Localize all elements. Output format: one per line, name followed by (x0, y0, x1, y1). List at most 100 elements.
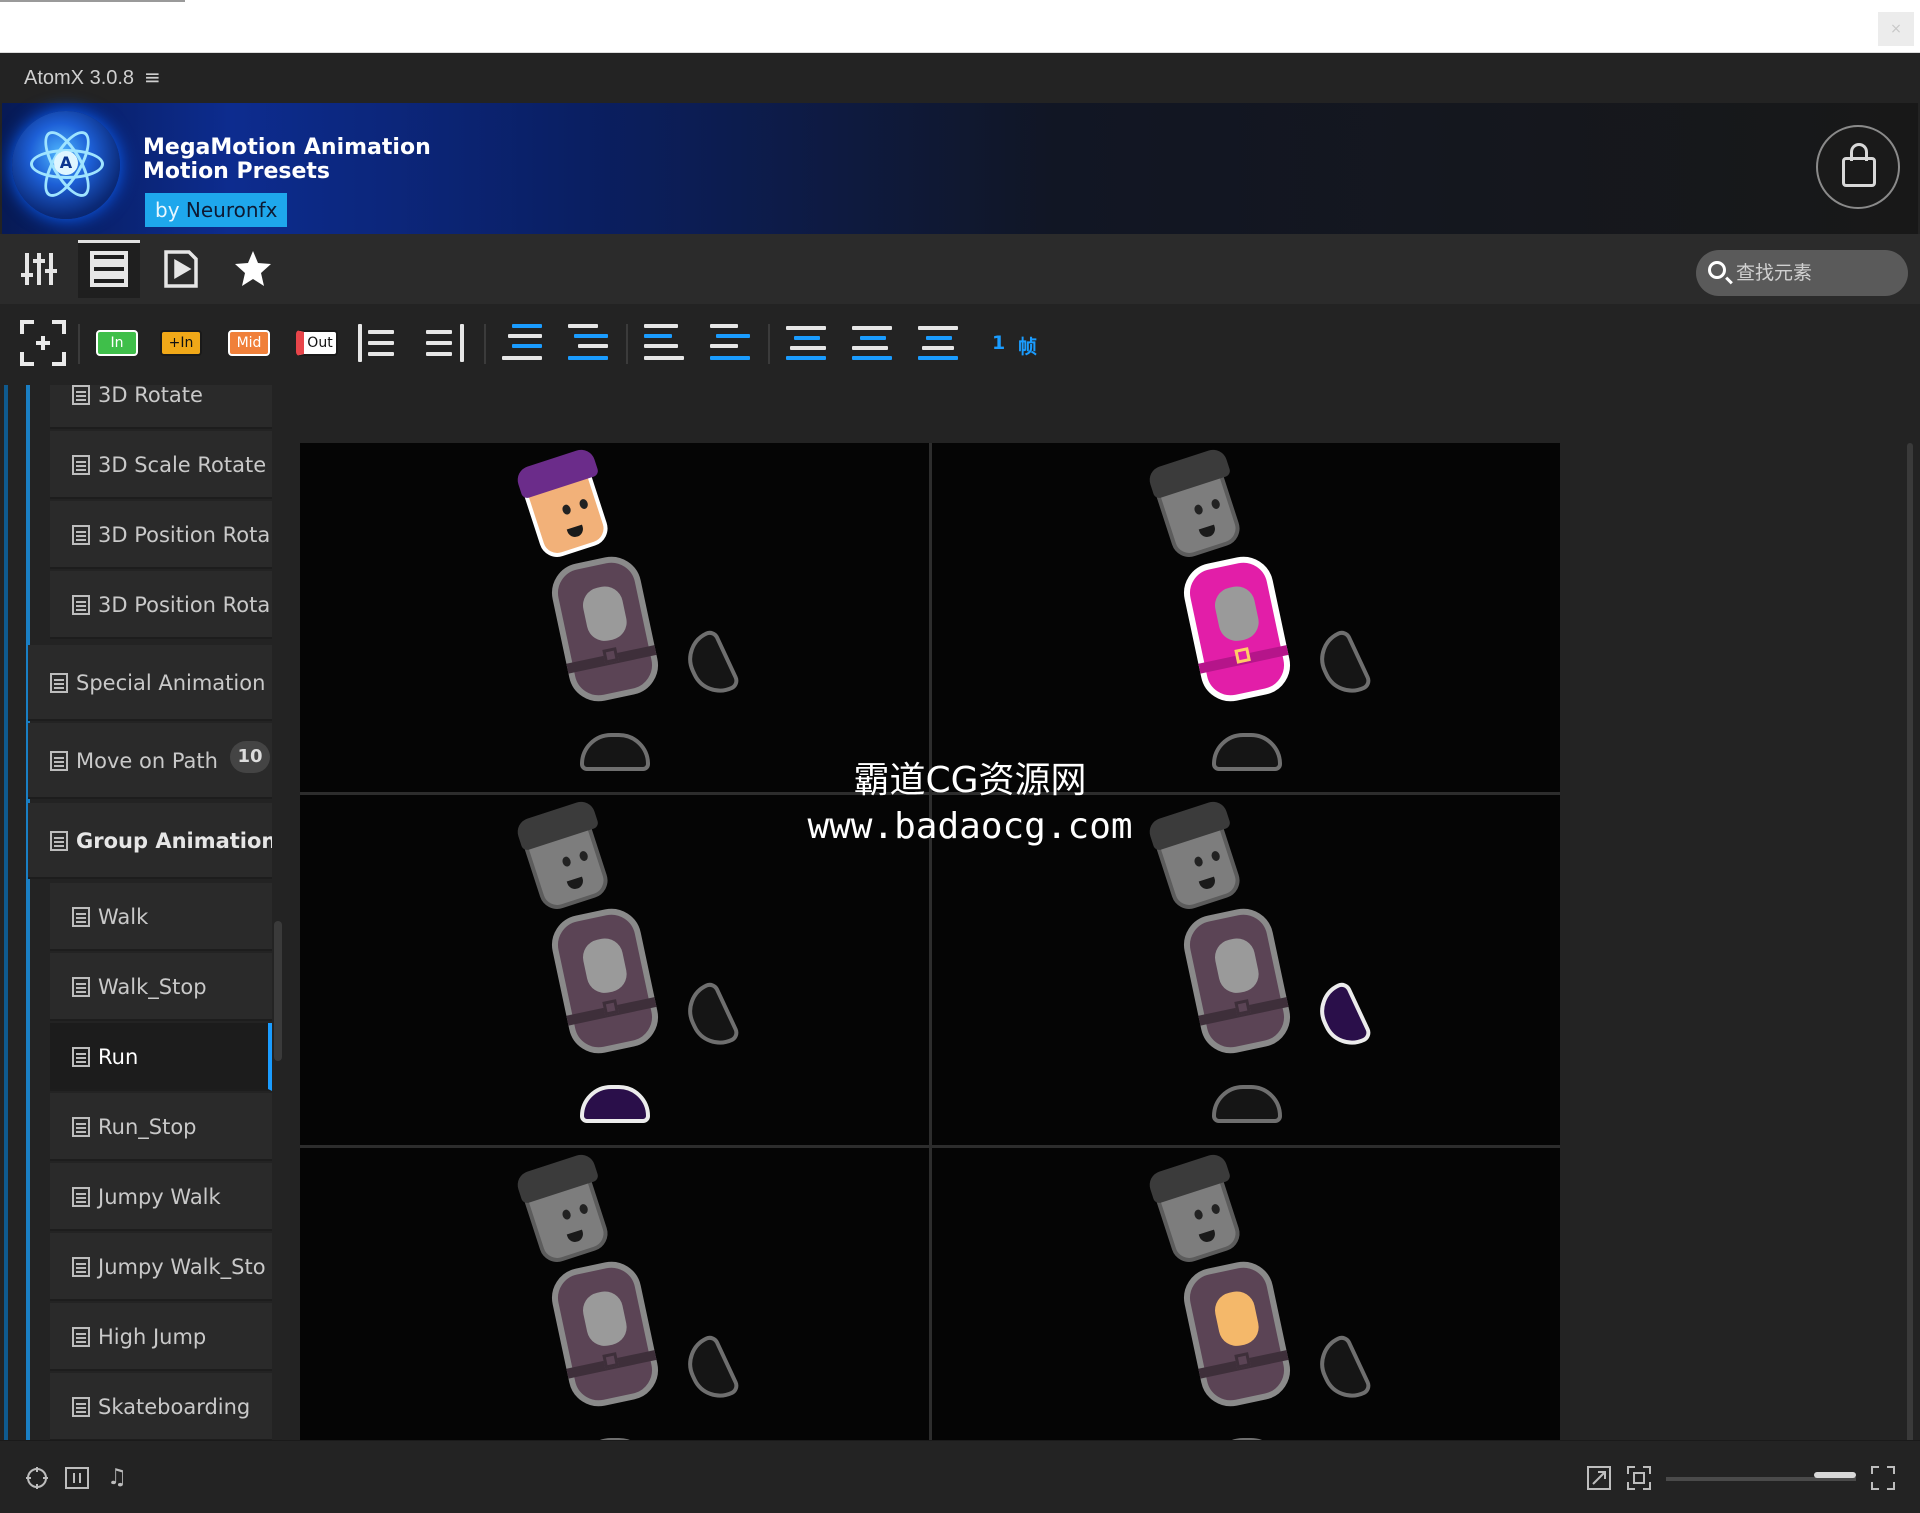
align-list-left-icon[interactable] (358, 320, 398, 366)
character-shoe-right (678, 627, 742, 703)
file-icon (72, 1257, 90, 1277)
list-item-label: Jumpy Walk (98, 1185, 221, 1209)
file-icon (72, 385, 90, 405)
list-item[interactable]: High Jump (50, 1303, 272, 1371)
tag-in-button[interactable]: In (96, 320, 142, 366)
category-move-on-path[interactable]: Move on Path 10 (28, 723, 272, 799)
character-shoe-right (678, 979, 742, 1055)
crop-icon[interactable] (1626, 1465, 1652, 1491)
tag-out-button[interactable]: Out (296, 320, 342, 366)
sidebar-accent-outer (4, 385, 8, 1440)
file-icon (72, 977, 90, 997)
toolbar-divider (626, 324, 628, 364)
favorites-star-icon[interactable] (222, 240, 284, 298)
list-item[interactable]: 3D Scale Rotate (50, 431, 272, 499)
list-item[interactable]: Skateboarding (50, 1373, 272, 1440)
stagger-backward-icon[interactable] (568, 320, 608, 366)
stagger-forward-icon[interactable] (502, 320, 542, 366)
author-name: Neuronfx (185, 198, 278, 222)
file-icon (72, 1187, 90, 1207)
list-item[interactable]: Walk (50, 883, 272, 951)
preset-sidebar: 3D Rotate 3D Scale Rotate 3D Position Ro… (0, 385, 290, 1440)
spread-lines (918, 324, 958, 362)
character-figure (514, 798, 830, 1135)
product-banner: A MegaMotion Animation Motion Presets by… (2, 103, 1918, 234)
tag-mid-button[interactable]: Mid (228, 320, 274, 366)
frame-count[interactable]: 1 (992, 332, 1005, 354)
character-head (1145, 446, 1244, 562)
list-item-selected[interactable]: Run (50, 1023, 272, 1091)
focus-target-icon[interactable] (20, 320, 66, 366)
sequence-lines (710, 324, 750, 362)
mixer-icon[interactable] (8, 240, 70, 298)
spread-lines (852, 324, 892, 362)
spread-both-icon[interactable] (918, 320, 958, 366)
file-icon (72, 1327, 90, 1347)
pause-box-svg (65, 1467, 89, 1489)
search-input[interactable] (1736, 258, 1896, 288)
close-icon[interactable]: × (1878, 12, 1914, 46)
file-icon (72, 907, 90, 927)
tag-mid-label: Mid (228, 330, 270, 356)
zoom-slider-thumb[interactable] (1814, 1472, 1856, 1478)
list-item[interactable]: Jumpy Walk_Sto (50, 1233, 272, 1301)
banner-title: MegaMotion Animation Motion Presets (143, 136, 431, 184)
list-item[interactable]: Jumpy Walk (50, 1163, 272, 1231)
sequence-left-icon[interactable] (710, 320, 750, 366)
fullscreen-icon[interactable] (1870, 1465, 1896, 1491)
search-box[interactable] (1696, 250, 1908, 296)
list-item[interactable]: Walk_Stop (50, 953, 272, 1021)
hamburger-menu-icon[interactable]: ≡ (144, 65, 161, 89)
sidebar-scrollbar[interactable] (274, 921, 282, 1061)
atom-logo-icon: A (12, 111, 120, 219)
character-body (1177, 903, 1296, 1060)
atomx-panel: AtomX 3.0.8 ≡ A MegaMotion Animation Mot… (0, 53, 1920, 1513)
preview-frame (931, 795, 1560, 1145)
preview-frame (300, 795, 929, 1145)
category-label: Move on Path (76, 749, 218, 773)
align-list-right-icon[interactable] (424, 320, 464, 366)
search-icon (1708, 261, 1726, 279)
character-figure (514, 446, 830, 783)
list-item-label: Walk_Stop (98, 975, 207, 999)
mixer-svg (21, 253, 57, 285)
expand-svg (1587, 1466, 1611, 1490)
list-view-icon[interactable] (78, 240, 140, 298)
category-group-animations[interactable]: Group Animations (28, 803, 272, 879)
stagger-lines (502, 324, 542, 362)
list-item-label: Run (98, 1045, 139, 1069)
banner-title-line2: Motion Presets (143, 159, 331, 184)
sequence-right-icon[interactable] (644, 320, 684, 366)
shop-button[interactable] (1816, 125, 1900, 209)
character-body (546, 1255, 664, 1412)
character-shoe-left (1211, 733, 1282, 771)
list-svg (90, 251, 128, 287)
file-icon (72, 595, 90, 615)
list-item-label: Walk (98, 905, 149, 929)
focus-svg (20, 320, 66, 366)
character-head (1145, 798, 1244, 914)
preview-scrollbar[interactable] (1907, 443, 1913, 1463)
pause-box-icon[interactable] (64, 1465, 90, 1491)
file-icon (72, 455, 90, 475)
expand-icon[interactable] (1586, 1465, 1612, 1491)
list-item-label: High Jump (98, 1325, 207, 1349)
spread-right-icon[interactable] (852, 320, 892, 366)
play-file-icon[interactable] (150, 240, 212, 298)
character-head (514, 446, 613, 562)
list-item[interactable]: Run_Stop (50, 1093, 272, 1161)
tag-plus-in-button[interactable]: +In (160, 320, 206, 366)
author-badge[interactable]: by Neuronfx (145, 193, 288, 227)
list-item[interactable]: 3D Position Rota (50, 571, 272, 639)
tool-bar: In +In Mid Out 1 帧 (0, 304, 1920, 385)
list-item[interactable]: 3D Position Rota (50, 501, 272, 569)
item-count-badge: 10 (230, 741, 270, 773)
list-item[interactable]: 3D Rotate (50, 385, 272, 429)
spread-left-icon[interactable] (786, 320, 826, 366)
gamepad-icon[interactable] (24, 1465, 50, 1491)
category-special-animation[interactable]: Special Animation (28, 645, 272, 721)
music-icon[interactable]: ♫ (104, 1465, 130, 1491)
sequence-lines (644, 324, 684, 362)
shopping-bag-icon (1842, 157, 1876, 187)
list-item-label: Jumpy Walk_Sto (98, 1255, 266, 1279)
